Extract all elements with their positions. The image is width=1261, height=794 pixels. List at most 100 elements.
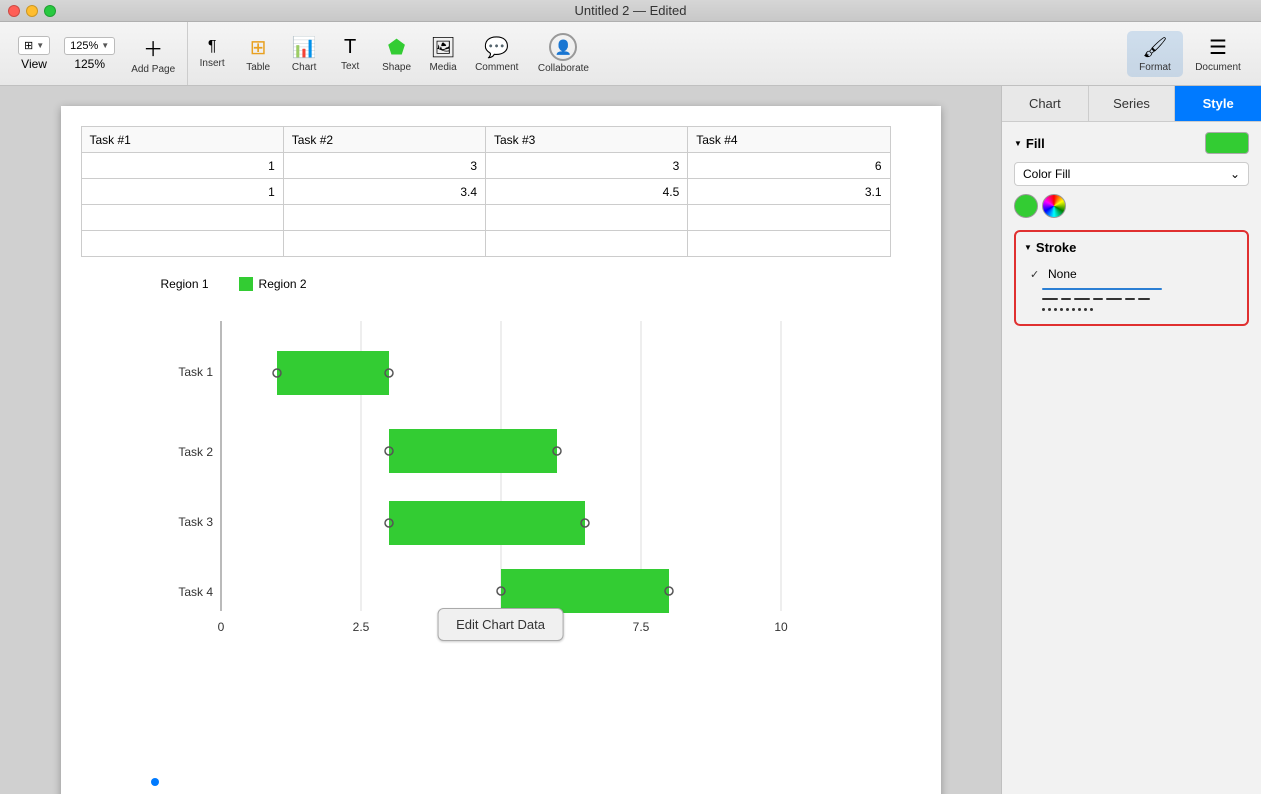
table-cell	[283, 231, 485, 257]
insert-button[interactable]: ¶ Insert	[190, 34, 234, 73]
data-table: Task #1 Task #2 Task #3 Task #4 1 3 3 6 …	[81, 126, 891, 257]
panel-tabs: Chart Series Style	[1002, 86, 1261, 122]
stroke-dashed-option[interactable]	[1024, 295, 1239, 303]
table-cell	[486, 205, 688, 231]
insert-label: Insert	[200, 58, 225, 69]
chart-button[interactable]: 📊 Chart	[282, 31, 326, 77]
table-cell	[688, 205, 890, 231]
view-chevron-icon: ▼	[36, 41, 44, 50]
text-button[interactable]: T Text	[328, 32, 372, 76]
table-cell	[81, 205, 283, 231]
format-button[interactable]: 🖌 Format	[1127, 31, 1183, 77]
color-wheel[interactable]	[1042, 194, 1066, 218]
chart-container: 0 2.5 5 7.5 10 Task 1 Task 2 Task 3 Task…	[141, 301, 881, 661]
zoom-selector[interactable]: 125% ▼	[64, 37, 115, 55]
comment-button[interactable]: 💬 Comment	[467, 31, 526, 77]
table-header-row: Task #1 Task #2 Task #3 Task #4	[81, 127, 890, 153]
table-header-task1: Task #1	[81, 127, 283, 153]
comment-icon: 💬	[484, 35, 509, 60]
zoom-chevron-icon: ▼	[101, 41, 109, 50]
legend-item-region2: Region 2	[239, 277, 307, 291]
stroke-triangle-icon: ▼	[1024, 243, 1032, 252]
stroke-solid-option[interactable]	[1024, 285, 1239, 293]
view-selector[interactable]: ⊞ ▼	[18, 36, 50, 55]
right-panel: Chart Series Style ▼ Fill Color Fill ⌄	[1001, 86, 1261, 794]
add-page-icon: ＋	[143, 33, 163, 62]
svg-text:2.5: 2.5	[352, 620, 369, 634]
dashed-line-preview	[1042, 298, 1150, 300]
color-options-row	[1014, 194, 1249, 218]
minimize-button[interactable]	[26, 5, 38, 17]
zoom-label: 125%	[74, 57, 105, 71]
stroke-none-label: None	[1048, 267, 1077, 281]
chart-legend: Region 1 Region 2	[161, 277, 921, 291]
close-button[interactable]	[8, 5, 20, 17]
canvas-area[interactable]: Task #1 Task #2 Task #3 Task #4 1 3 3 6 …	[0, 86, 1001, 794]
tab-style[interactable]: Style	[1175, 86, 1261, 121]
document-icon: ☰	[1209, 35, 1227, 60]
stroke-header: ▼ Stroke	[1024, 240, 1239, 255]
edit-chart-data-button[interactable]: Edit Chart Data	[437, 608, 564, 641]
fill-type-label: Color Fill	[1023, 167, 1070, 181]
text-icon: T	[344, 36, 356, 59]
collaborate-icon: 👤	[549, 33, 577, 61]
table-row: 1 3.4 4.5 3.1	[81, 179, 890, 205]
stroke-dotted-option[interactable]	[1024, 305, 1239, 314]
media-icon: 🖼	[430, 35, 455, 60]
fill-color-swatch[interactable]	[1205, 132, 1249, 154]
svg-text:Task 2: Task 2	[178, 445, 213, 459]
dropdown-chevron-icon: ⌄	[1230, 167, 1240, 181]
media-label: Media	[429, 62, 456, 73]
color-swatch[interactable]	[1014, 194, 1038, 218]
tab-chart[interactable]: Chart	[1002, 86, 1089, 121]
comment-label: Comment	[475, 62, 518, 73]
toolbar: ⊞ ▼ View 125% ▼ 125% ＋ Add Page ¶ Insert…	[0, 22, 1261, 86]
table-cell	[81, 231, 283, 257]
fill-label: Fill	[1026, 136, 1045, 151]
legend-color-region2	[239, 277, 253, 291]
shape-icon: ⬟	[388, 35, 405, 60]
table-label: Table	[246, 62, 270, 73]
toolbar-right: 🖌 Format ☰ Document	[1127, 31, 1253, 77]
table-header-task4: Task #4	[688, 127, 890, 153]
shape-label: Shape	[382, 62, 411, 73]
bar-task1	[277, 351, 389, 395]
chart-label: Chart	[292, 62, 316, 73]
table-icon: ⊞	[250, 35, 267, 60]
stroke-label: Stroke	[1036, 240, 1076, 255]
table-header-task3: Task #3	[486, 127, 688, 153]
format-label: Format	[1139, 62, 1171, 73]
legend-label-region1: Region 1	[161, 277, 209, 291]
fill-section-header: ▼ Fill	[1014, 132, 1249, 154]
table-cell: 3.1	[688, 179, 890, 205]
add-page-label: Add Page	[131, 64, 175, 75]
media-button[interactable]: 🖼 Media	[421, 31, 465, 77]
collaborate-button[interactable]: 👤 Collaborate	[528, 29, 598, 78]
canvas-page: Task #1 Task #2 Task #3 Task #4 1 3 3 6 …	[61, 106, 941, 794]
bar-task4	[501, 569, 669, 613]
table-cell: 3.4	[283, 179, 485, 205]
tab-series[interactable]: Series	[1089, 86, 1176, 121]
insert-icon: ¶	[208, 38, 217, 56]
shape-button[interactable]: ⬟ Shape	[374, 31, 419, 77]
document-label: Document	[1195, 62, 1241, 73]
solid-line-preview	[1042, 288, 1162, 290]
bar-task2	[389, 429, 557, 473]
table-cell	[688, 231, 890, 257]
color-fill-dropdown[interactable]: Color Fill ⌄	[1014, 162, 1249, 186]
checkmark-icon: ✓	[1030, 268, 1042, 281]
dotted-line-preview	[1042, 308, 1093, 311]
cursor-dot	[151, 778, 159, 786]
bar-task3	[389, 501, 585, 545]
title-bar: Untitled 2 — Edited	[0, 0, 1261, 22]
window-title: Untitled 2 — Edited	[574, 3, 686, 18]
view-label: View	[21, 57, 47, 71]
maximize-button[interactable]	[44, 5, 56, 17]
add-page-button[interactable]: ＋ Add Page	[123, 29, 183, 79]
document-button[interactable]: ☰ Document	[1183, 31, 1253, 77]
window-controls[interactable]	[8, 5, 56, 17]
stroke-none-option[interactable]: ✓ None	[1024, 263, 1239, 285]
collaborate-label: Collaborate	[538, 63, 589, 74]
table-button[interactable]: ⊞ Table	[236, 31, 280, 77]
fill-title: ▼ Fill	[1014, 136, 1045, 151]
